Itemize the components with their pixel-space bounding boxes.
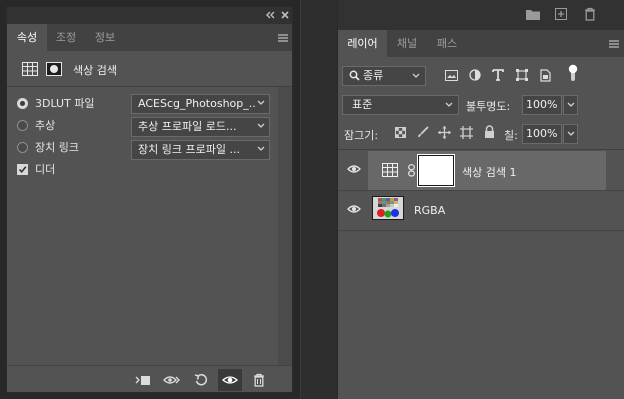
layer-thumbnail[interactable] xyxy=(372,196,404,220)
lut-file-value: ACEScg_Photoshop_... xyxy=(138,97,256,110)
opacity-label: 불투명도: xyxy=(466,100,511,113)
divider xyxy=(338,149,624,150)
tab-properties[interactable]: 속성 xyxy=(7,24,47,51)
layer-mask-thumbnail[interactable] xyxy=(417,154,455,187)
chain-link-icon[interactable] xyxy=(408,164,415,177)
type-filter-icon[interactable] xyxy=(491,68,505,82)
radio-3dlut[interactable] xyxy=(17,97,28,109)
layer-name: 색상 검색 1 xyxy=(462,166,517,179)
panel-menu-icon[interactable] xyxy=(278,34,288,42)
chevron-down-icon xyxy=(257,100,265,106)
new-layer-icon[interactable] xyxy=(555,8,567,20)
chevron-down-icon xyxy=(567,131,575,137)
reset-button[interactable] xyxy=(189,369,213,391)
layer-filter-dropdown[interactable]: 종류 xyxy=(342,66,426,86)
chevron-down-icon xyxy=(257,146,265,152)
visibility-icon xyxy=(222,375,238,385)
clip-to-layer-icon xyxy=(135,374,151,386)
layers-tabbar: 레이어 채널 패스 xyxy=(338,30,624,57)
reset-icon xyxy=(194,373,208,387)
close-icon[interactable] xyxy=(281,11,289,19)
radio-abstract[interactable] xyxy=(17,119,28,131)
layer-row-color-lookup[interactable]: 색상 검색 1 xyxy=(338,151,624,190)
view-previous-button[interactable] xyxy=(160,369,184,391)
properties-tabbar: 속성 조정 정보 xyxy=(7,24,292,51)
visibility-button[interactable] xyxy=(218,369,242,391)
device-link-dropdown[interactable]: 장치 링크 프로파일 ... xyxy=(131,140,270,160)
option-abstract-label: 추상 xyxy=(35,119,56,132)
properties-header: 색상 검색 xyxy=(7,51,292,87)
image-filter-icon[interactable] xyxy=(444,68,458,82)
filter-toggle-icon[interactable] xyxy=(566,64,580,81)
lock-label: 잠그기: xyxy=(344,129,379,142)
tab-adjustments[interactable]: 조정 xyxy=(47,24,85,51)
tab-paths[interactable]: 패스 xyxy=(427,30,467,57)
dither-label: 디더 xyxy=(35,163,56,176)
tab-info[interactable]: 정보 xyxy=(85,24,125,51)
grid-table-icon xyxy=(22,62,38,76)
properties-panel: 속성 조정 정보 색상 검색 3DLUT 파일 ACEScg_Photoshop… xyxy=(6,6,293,393)
search-icon xyxy=(349,70,360,81)
option-3dlut[interactable]: 3DLUT 파일 xyxy=(17,93,95,113)
lock-all-icon[interactable] xyxy=(484,125,495,138)
device-link-value: 장치 링크 프로파일 ... xyxy=(138,143,240,156)
opacity-value: 100% xyxy=(526,98,558,111)
fill-value: 100% xyxy=(526,127,558,140)
layers-panel: 종류 표준 불투명도: 100% 잠그기: 칠: 100% 색상 검색 1 RG… xyxy=(338,57,624,399)
panel-title-bar xyxy=(7,7,292,24)
properties-footer xyxy=(7,365,292,392)
dock-gap xyxy=(301,0,337,399)
layer-row-rgba[interactable]: RGBA xyxy=(338,191,624,230)
visibility-eye-icon[interactable] xyxy=(347,164,361,174)
adjustment-filter-icon[interactable] xyxy=(468,68,482,82)
opacity-dropdown-button[interactable] xyxy=(563,95,578,115)
fill-label: 칠: xyxy=(504,129,518,142)
visibility-eye-icon[interactable] xyxy=(347,204,361,214)
dither-checkbox[interactable] xyxy=(17,163,28,175)
radio-device-link[interactable] xyxy=(17,141,28,153)
panel-menu-icon[interactable] xyxy=(609,40,619,48)
folder-icon[interactable] xyxy=(526,9,540,20)
blend-mode-dropdown[interactable]: 표준 xyxy=(342,95,459,115)
tab-channels[interactable]: 채널 xyxy=(387,30,427,57)
opacity-input[interactable]: 100% xyxy=(522,95,562,115)
option-abstract[interactable]: 추상 xyxy=(17,115,55,135)
lut-file-dropdown[interactable]: ACEScg_Photoshop_... xyxy=(131,94,270,114)
grid-table-icon xyxy=(382,163,398,177)
chevron-down-icon xyxy=(257,123,265,129)
fill-dropdown-button[interactable] xyxy=(563,124,578,144)
trash-icon[interactable] xyxy=(584,7,596,21)
filter-label: 종류 xyxy=(363,69,384,82)
scrollbar[interactable] xyxy=(278,87,292,365)
collapse-icon[interactable] xyxy=(265,11,275,19)
chevron-down-icon xyxy=(567,102,575,108)
blend-mode-value: 표준 xyxy=(352,98,373,111)
option-device-link-label: 장치 링크 xyxy=(35,141,79,154)
layers-top-bar xyxy=(338,0,624,30)
view-previous-icon xyxy=(163,374,181,386)
smart-object-filter-icon[interactable] xyxy=(539,68,553,82)
delete-button[interactable] xyxy=(247,369,271,391)
option-device-link[interactable]: 장치 링크 xyxy=(17,137,79,157)
chevron-down-icon xyxy=(445,102,453,108)
layer-mask-icon[interactable] xyxy=(46,62,62,76)
lock-transparent-pixels-icon[interactable] xyxy=(395,127,406,138)
lock-position-icon[interactable] xyxy=(438,126,451,139)
properties-title: 색상 검색 xyxy=(73,64,117,77)
option-3dlut-label: 3DLUT 파일 xyxy=(35,97,95,110)
lock-artboard-icon[interactable] xyxy=(460,126,473,139)
divider xyxy=(338,230,624,231)
shape-filter-icon[interactable] xyxy=(515,68,529,82)
abstract-value: 추상 프로파일 로드... xyxy=(138,120,237,133)
abstract-dropdown[interactable]: 추상 프로파일 로드... xyxy=(131,117,270,137)
fill-input[interactable]: 100% xyxy=(522,124,562,144)
layer-name: RGBA xyxy=(414,204,446,217)
chevron-down-icon xyxy=(412,73,420,79)
trash-icon xyxy=(253,373,265,387)
lock-image-pixels-icon[interactable] xyxy=(417,126,429,138)
clip-to-layer-button[interactable] xyxy=(131,369,155,391)
tab-layers[interactable]: 레이어 xyxy=(338,30,387,57)
dither-option[interactable]: 디더 xyxy=(17,159,55,179)
